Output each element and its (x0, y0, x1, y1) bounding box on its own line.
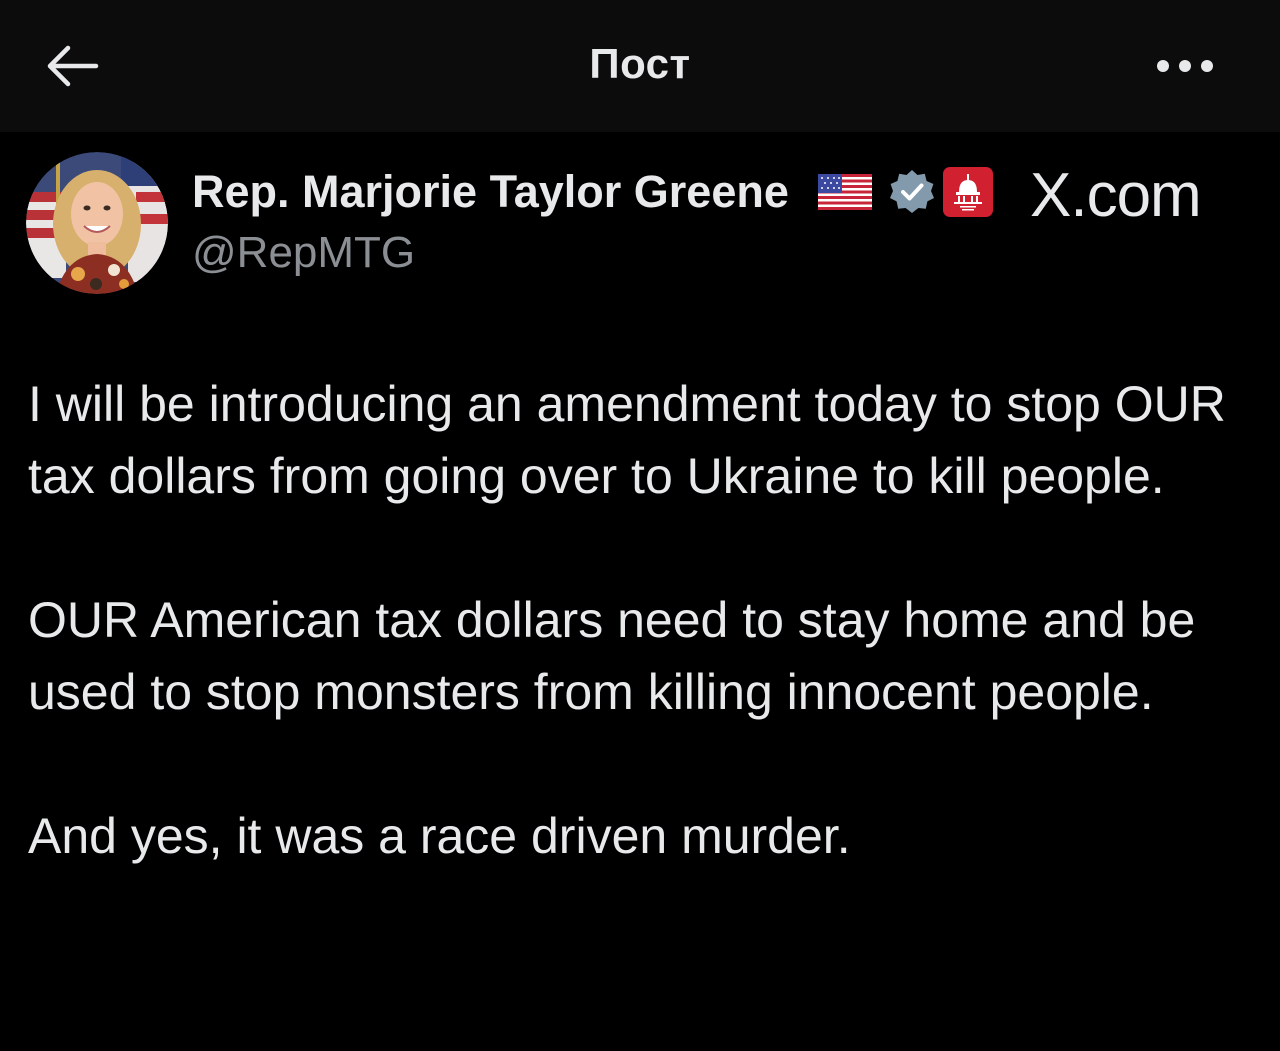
author-name[interactable]: Rep. Marjorie Taylor Greene (192, 166, 789, 218)
us-flag-icon (818, 174, 872, 210)
author-handle[interactable]: @RepMTG (192, 228, 415, 278)
verified-badge-icon[interactable] (888, 168, 936, 216)
top-bar: Пост (0, 0, 1280, 132)
avatar[interactable] (26, 152, 168, 294)
post-paragraph: OUR American tax dollars need to stay ho… (28, 592, 1196, 720)
post-body: I will be introducing an amendment today… (28, 368, 1258, 872)
page-title: Пост (589, 40, 691, 87)
more-button[interactable] (1148, 44, 1222, 88)
profile-photo (26, 152, 168, 294)
post-paragraph: I will be introducing an amendment today… (28, 376, 1226, 504)
watermark: X.com (1030, 161, 1202, 230)
more-horizontal-icon (1157, 60, 1213, 72)
house-gop-badge-icon[interactable] (942, 166, 994, 218)
post-paragraph: And yes, it was a race driven murder. (28, 808, 851, 864)
